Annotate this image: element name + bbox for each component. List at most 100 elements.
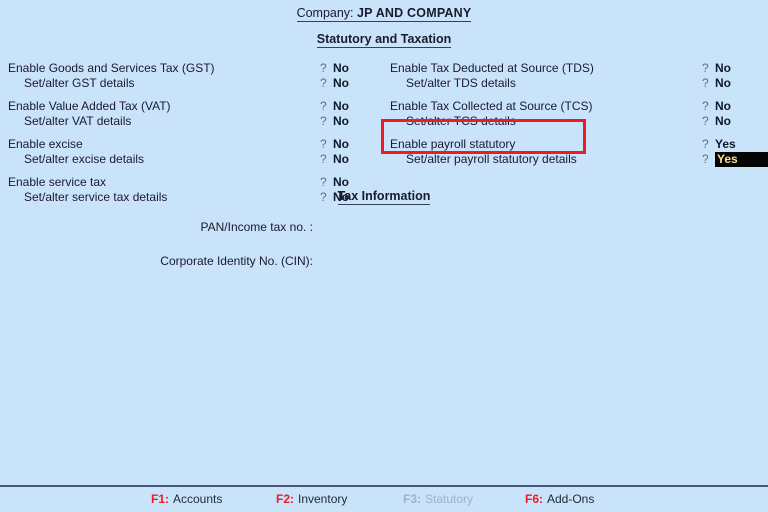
option-value[interactable]: No [333, 99, 349, 114]
option-group: Enable Goods and Services Tax (GST)? No Se… [8, 61, 360, 91]
question-mark-icon: ? [702, 76, 709, 90]
question-mark-icon: ? [320, 99, 327, 113]
option-label: Enable Tax Deducted at Source (TDS) [390, 61, 594, 75]
function-key-add-ons[interactable]: F6: Add-Ons [525, 492, 594, 507]
option-value[interactable]: No [333, 175, 349, 190]
option-value-field[interactable]: ? No [702, 76, 750, 91]
tally-statutory-taxation-screen: Company: JP AND COMPANY Statutory and Ta… [0, 0, 768, 512]
right-options-column: Enable Tax Deducted at Source (TDS)? No Se… [390, 61, 768, 167]
option-value-field[interactable]: ? No [320, 175, 368, 190]
option-label: Enable Tax Collected at Source (TCS) [390, 99, 593, 113]
option-value-field[interactable]: ? No [702, 61, 750, 76]
tax-information-heading: Tax Information [0, 189, 768, 205]
option-row-set-alter-gst-details[interactable]: Set/alter GST details? No [8, 76, 360, 91]
question-mark-icon: ? [702, 137, 709, 151]
option-value[interactable]: No [715, 114, 731, 129]
option-group: Enable Tax Deducted at Source (TDS)? No Se… [390, 61, 760, 91]
function-key-code: F3: [403, 492, 421, 506]
option-value[interactable]: No [333, 152, 349, 167]
page-title-text: Statutory and Taxation [316, 32, 452, 48]
option-row-set-alter-tcs-details[interactable]: Set/alter TCS details? No [390, 114, 760, 129]
function-key-code: F6: [525, 492, 543, 506]
option-row-set-alter-payroll-statutory-details[interactable]: Set/alter payroll statutory details? Yes [390, 152, 768, 167]
option-value-field[interactable]: ? No [320, 76, 368, 91]
option-row-enable-service-tax[interactable]: Enable service tax? No [8, 175, 360, 190]
option-row-enable-tax-collected-at-source-tcs[interactable]: Enable Tax Collected at Source (TCS)? No [390, 99, 760, 114]
tax-information-heading-text: Tax Information [337, 189, 431, 205]
company-name: JP AND COMPANY [357, 6, 472, 20]
option-row-enable-excise[interactable]: Enable excise? No [8, 137, 360, 152]
function-key-bar: F1: Accounts F2: Inventory F3: Statutory F6: Ad… [0, 487, 768, 512]
option-label: Enable Value Added Tax (VAT) [8, 99, 171, 113]
option-label: Enable payroll statutory [390, 137, 516, 151]
option-value-field[interactable]: ? Yes [702, 137, 750, 152]
option-value[interactable]: No [333, 76, 349, 91]
question-mark-icon: ? [320, 137, 327, 151]
option-label: Set/alter VAT details [24, 114, 132, 128]
option-value[interactable]: No [333, 114, 349, 129]
company-title: Company: JP AND COMPANY [0, 6, 768, 22]
question-mark-icon: ? [702, 114, 709, 128]
option-label: Set/alter GST details [24, 76, 135, 90]
option-row-set-alter-tds-details[interactable]: Set/alter TDS details? No [390, 76, 760, 91]
question-mark-icon: ? [320, 76, 327, 90]
option-label: Enable service tax [8, 175, 107, 189]
left-options-column: Enable Goods and Services Tax (GST)? No Se… [8, 61, 360, 205]
question-mark-icon: ? [320, 175, 327, 189]
option-value-field[interactable]: ? No [320, 61, 368, 76]
option-value[interactable]: No [715, 99, 731, 114]
option-group: Enable Tax Collected at Source (TCS)? No S… [390, 99, 760, 129]
function-key-label: Add-Ons [547, 492, 595, 506]
option-label: Set/alter excise details [24, 152, 145, 166]
function-key-label: Inventory [298, 492, 348, 506]
option-group: Enable excise? No Set/alter excise details… [8, 137, 360, 167]
company-label: Company: [296, 6, 354, 20]
tax-information-fields: PAN/Income tax no. : Corporate Identity N… [0, 219, 768, 270]
option-row-set-alter-excise-details[interactable]: Set/alter excise details? No [8, 152, 360, 167]
question-mark-icon: ? [320, 152, 327, 166]
option-label: Enable Goods and Services Tax (GST) [8, 61, 215, 75]
tax-field-row-pan-income-tax-no[interactable]: PAN/Income tax no. : [0, 219, 768, 236]
option-row-enable-tax-deducted-at-source-tds[interactable]: Enable Tax Deducted at Source (TDS)? No [390, 61, 760, 76]
question-mark-icon: ? [702, 99, 709, 113]
option-value[interactable]: No [333, 137, 349, 152]
option-value-field[interactable]: ? No [320, 137, 368, 152]
option-row-enable-value-added-tax-vat[interactable]: Enable Value Added Tax (VAT)? No [8, 99, 360, 114]
question-mark-icon: ? [320, 114, 327, 128]
option-row-enable-payroll-statutory[interactable]: Enable payroll statutory? Yes [390, 137, 760, 152]
tax-field-label: Corporate Identity No. (CIN): [160, 254, 313, 268]
option-value-field-selected[interactable]: ? Yes [702, 152, 768, 167]
function-key-label: Accounts [173, 492, 223, 506]
option-value[interactable]: No [715, 61, 731, 76]
option-value[interactable]: No [333, 61, 349, 76]
option-value-field[interactable]: ? No [320, 114, 368, 129]
option-group: Enable Value Added Tax (VAT)? No Set/alter… [8, 99, 360, 129]
option-row-enable-goods-and-services-tax-gst[interactable]: Enable Goods and Services Tax (GST)? No [8, 61, 360, 76]
question-mark-icon: ? [702, 61, 709, 75]
option-value-field[interactable]: ? No [702, 114, 750, 129]
function-key-code: F2: [276, 492, 294, 506]
option-value[interactable]: No [715, 76, 731, 91]
option-label: Set/alter TCS details [406, 114, 516, 128]
option-group: Enable payroll statutory? Yes Set/alter pa… [390, 137, 768, 167]
function-key-accounts[interactable]: F1: Accounts [151, 492, 222, 507]
function-key-statutory: F3: Statutory [403, 492, 473, 507]
option-value[interactable]: Yes [715, 137, 736, 152]
page-title: Statutory and Taxation [0, 32, 768, 48]
option-label: Set/alter payroll statutory details [406, 152, 577, 166]
function-key-code: F1: [151, 492, 169, 506]
option-value-field[interactable]: ? No [702, 99, 750, 114]
option-label: Set/alter TDS details [406, 76, 516, 90]
question-mark-icon: ? [702, 152, 709, 166]
option-value-field[interactable]: ? No [320, 152, 368, 167]
tax-field-label: PAN/Income tax no. : [200, 220, 314, 234]
question-mark-icon: ? [320, 61, 327, 75]
option-value-field[interactable]: ? No [320, 99, 368, 114]
option-value[interactable]: Yes [715, 152, 760, 167]
tax-field-row-corporate-identity-no-cin[interactable]: Corporate Identity No. (CIN): [0, 253, 768, 270]
company-title-underline: Company: JP AND COMPANY [296, 6, 472, 22]
function-key-inventory[interactable]: F2: Inventory [276, 492, 347, 507]
option-label: Enable excise [8, 137, 83, 151]
function-key-label: Statutory [425, 492, 474, 506]
option-row-set-alter-vat-details[interactable]: Set/alter VAT details? No [8, 114, 360, 129]
